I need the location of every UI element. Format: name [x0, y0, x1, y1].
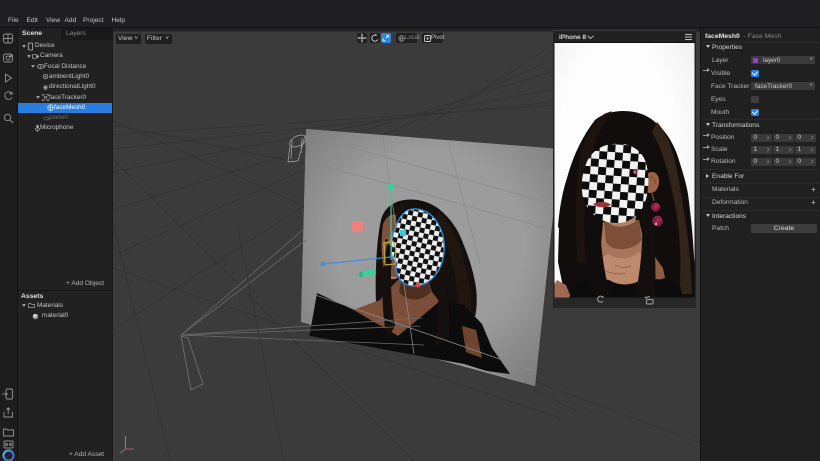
svg-text:iPhone 8: iPhone 8	[559, 34, 586, 41]
